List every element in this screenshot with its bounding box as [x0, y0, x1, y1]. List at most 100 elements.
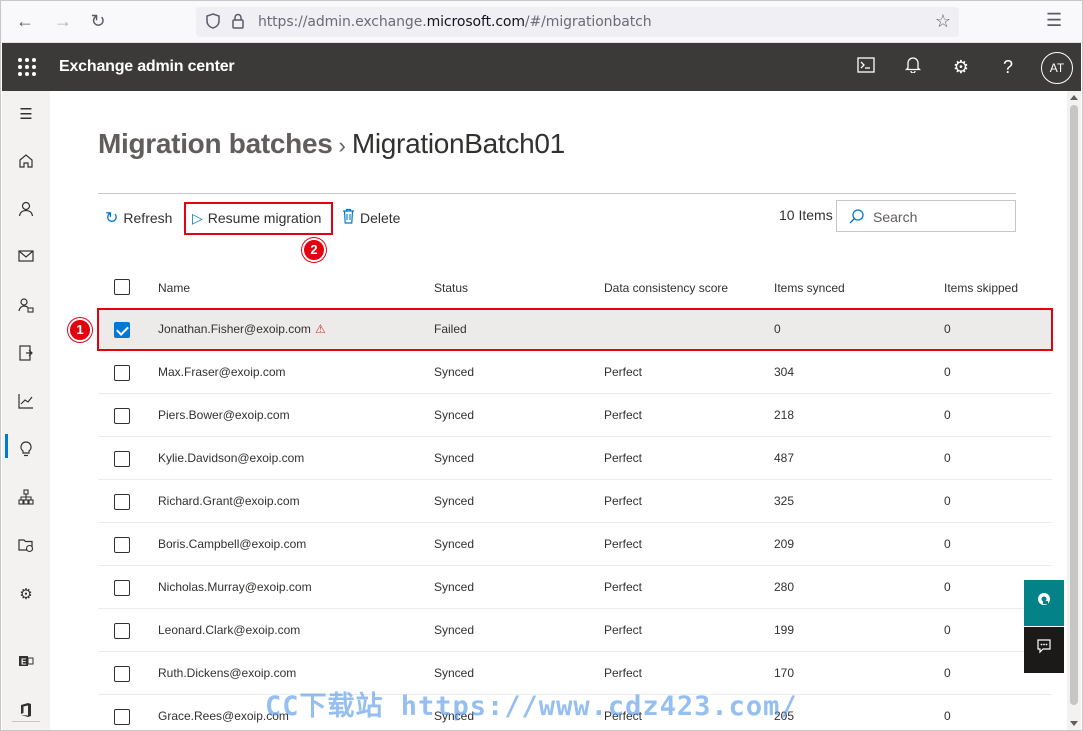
bookmark-star-icon[interactable]: ☆ [935, 11, 951, 32]
avatar[interactable]: AT [1041, 52, 1073, 84]
cell-name: Boris.Campbell@exoip.com [158, 537, 307, 551]
back-arrow-icon[interactable]: ← [14, 10, 36, 32]
cell-consistency: Perfect [604, 408, 643, 422]
table-row[interactable]: Nicholas.Murray@exoip.com Synced Perfect… [98, 566, 1052, 609]
cell-name: Kylie.Davidson@exoip.com [158, 451, 305, 465]
cell-name: Piers.Bower@exoip.com [158, 408, 290, 422]
breadcrumb-current: MigrationBatch01 [351, 128, 565, 159]
row-checkbox[interactable] [114, 494, 130, 510]
cell-skipped: 0 [944, 580, 951, 594]
search-input[interactable]: Search [836, 200, 1016, 232]
mail-icon[interactable] [16, 249, 36, 269]
table-row[interactable]: Max.Fraser@exoip.com Synced Perfect 304 … [98, 351, 1052, 394]
row-highlight-box [97, 308, 1053, 351]
row-checkbox[interactable] [114, 365, 130, 381]
row-checkbox[interactable] [114, 408, 130, 424]
column-header-synced[interactable]: Items synced [774, 281, 845, 295]
table-row[interactable]: Piers.Bower@exoip.com Synced Perfect 218… [98, 394, 1052, 437]
refresh-icon: ↻ [105, 210, 119, 227]
table-row[interactable]: Boris.Campbell@exoip.com Synced Perfect … [98, 523, 1052, 566]
exchange-logo-icon[interactable]: E [16, 654, 36, 674]
cell-status: Synced [434, 666, 475, 680]
column-header-consistency[interactable]: Data consistency score [604, 281, 728, 295]
table-row[interactable]: Kylie.Davidson@exoip.com Synced Perfect … [98, 437, 1052, 480]
row-checkbox[interactable] [114, 580, 130, 596]
reload-icon[interactable]: ↻ [87, 10, 109, 32]
cell-synced: 304 [774, 365, 795, 379]
contacts-icon[interactable] [16, 297, 36, 317]
row-checkbox[interactable] [114, 451, 130, 467]
cell-status: Synced [434, 580, 475, 594]
terminal-icon[interactable] [854, 55, 878, 79]
address-bar[interactable]: https://admin.exchange.microsoft.com/#/m… [196, 7, 959, 37]
row-checkbox[interactable] [114, 623, 130, 639]
feedback-button[interactable] [1024, 627, 1064, 673]
table-row[interactable]: Richard.Grant@exoip.com Synced Perfect 3… [98, 480, 1052, 523]
settings-gear-icon[interactable]: ⚙ [949, 55, 973, 79]
cell-synced: 487 [774, 451, 795, 465]
settings-gear-icon[interactable]: ⚙ [16, 585, 36, 605]
help-icon[interactable]: ? [996, 55, 1020, 79]
row-checkbox[interactable] [114, 537, 130, 553]
cell-synced: 209 [774, 537, 795, 551]
cell-status: Synced [434, 451, 475, 465]
cell-synced: 218 [774, 408, 795, 422]
cell-consistency: Perfect [604, 451, 643, 465]
cell-status: Synced [434, 537, 475, 551]
cell-synced: 280 [774, 580, 795, 594]
shield-icon[interactable] [206, 13, 220, 32]
row-checkbox[interactable] [114, 666, 130, 682]
svg-text:E: E [21, 658, 27, 667]
vertical-scrollbar[interactable] [1067, 91, 1081, 731]
scroll-down-arrow-icon[interactable] [1070, 721, 1078, 726]
person-icon[interactable] [16, 201, 36, 221]
left-nav-rail: ☰ ⚙ E [2, 91, 50, 731]
chat-bubble-icon [1037, 639, 1051, 654]
cell-synced: 199 [774, 623, 795, 637]
cell-consistency: Perfect [604, 666, 643, 680]
table-row[interactable]: Leonard.Clark@exoip.com Synced Perfect 1… [98, 609, 1052, 652]
step-badge-1: 1 [68, 318, 92, 342]
cell-skipped: 0 [944, 666, 951, 680]
organization-icon[interactable] [16, 489, 36, 509]
refresh-button[interactable]: ↻ Refresh [105, 208, 172, 228]
active-nav-indicator [5, 434, 8, 458]
scroll-thumb[interactable] [1070, 105, 1078, 705]
breadcrumb-parent[interactable]: Migration batches [98, 128, 333, 159]
page-title: Migration batches › MigrationBatch01 [98, 128, 565, 164]
row-checkbox[interactable] [114, 709, 130, 725]
cell-consistency: Perfect [604, 494, 643, 508]
search-placeholder: Search [873, 209, 918, 225]
cell-skipped: 0 [944, 365, 951, 379]
forward-arrow-icon[interactable]: → [52, 10, 74, 32]
select-all-checkbox[interactable] [114, 279, 130, 295]
headset-icon [1038, 593, 1050, 605]
column-header-skipped[interactable]: Items skipped [944, 281, 1018, 295]
cell-skipped: 0 [944, 451, 951, 465]
hamburger-menu-icon[interactable]: ☰ [16, 105, 36, 125]
scroll-up-arrow-icon[interactable] [1070, 95, 1078, 100]
column-header-status[interactable]: Status [434, 281, 468, 295]
lock-icon[interactable] [232, 13, 244, 29]
migration-icon[interactable] [16, 345, 36, 365]
column-header-name[interactable]: Name [158, 281, 190, 295]
home-icon[interactable] [16, 153, 36, 173]
cell-synced: 325 [774, 494, 795, 508]
delete-button[interactable]: Delete [342, 208, 400, 228]
search-icon [848, 208, 866, 226]
office-logo-icon[interactable] [16, 702, 36, 722]
reports-chart-icon[interactable] [16, 393, 36, 413]
cell-skipped: 0 [944, 623, 951, 637]
cell-skipped: 0 [944, 408, 951, 422]
support-headset-button[interactable] [1024, 580, 1064, 626]
public-folders-icon[interactable] [16, 537, 36, 557]
browser-menu-icon[interactable]: ☰ [1046, 10, 1062, 31]
insights-lightbulb-icon[interactable] [16, 441, 36, 461]
cell-name: Richard.Grant@exoip.com [158, 494, 300, 508]
cell-skipped: 0 [944, 537, 951, 551]
trash-icon [342, 208, 355, 229]
notification-bell-icon[interactable] [901, 55, 925, 79]
app-title: Exchange admin center [59, 58, 235, 75]
app-launcher-icon[interactable] [18, 58, 36, 76]
step-badge-2: 2 [302, 238, 326, 262]
